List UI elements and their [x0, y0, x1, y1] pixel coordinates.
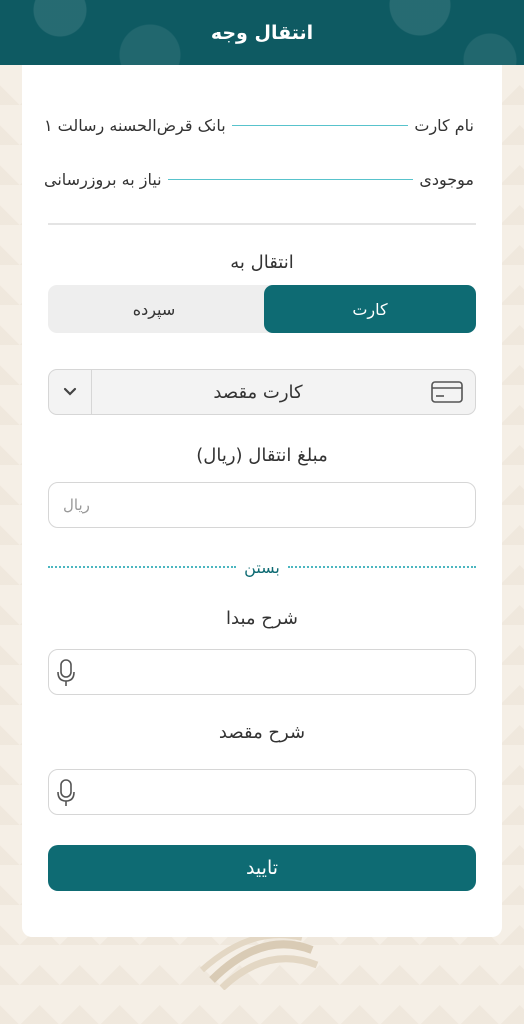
tab-deposit[interactable]: سپرده — [48, 285, 260, 333]
divider — [48, 223, 476, 225]
microphone-icon[interactable] — [55, 778, 77, 808]
page-title: انتقال وجه — [210, 21, 314, 44]
collapse-row: بستن — [48, 555, 477, 579]
chevron-down-icon[interactable] — [49, 370, 92, 414]
bank-logo-watermark — [199, 932, 319, 990]
credit-card-icon — [431, 381, 463, 403]
transfer-type-toggle: کارت سپرده — [48, 285, 476, 333]
balance-value[interactable]: نیاز به بروزرسانی — [44, 170, 162, 189]
source-description-input[interactable] — [49, 650, 475, 694]
tab-card[interactable]: کارت — [264, 285, 476, 333]
dotted-divider — [48, 566, 237, 568]
submit-button[interactable]: تایید — [48, 845, 476, 891]
card-name-row: نام کارت بانک قرض‌الحسنه رسالت ۱ — [44, 110, 474, 140]
amount-field — [48, 482, 476, 528]
target-description-input[interactable] — [49, 770, 475, 814]
dotted-connector — [231, 124, 409, 126]
balance-label: موجودی — [419, 169, 474, 189]
target-description-field — [48, 769, 476, 815]
source-description-label: شرح مبدا — [226, 608, 298, 629]
amount-label: مبلغ انتقال (ریال) — [196, 445, 328, 466]
card-name-value: بانک قرض‌الحسنه رسالت ۱ — [44, 115, 226, 135]
collapse-link[interactable]: بستن — [244, 558, 280, 577]
balance-row: موجودی نیاز به بروزرسانی — [44, 164, 474, 194]
target-description-label: شرح مقصد — [218, 722, 306, 743]
microphone-icon[interactable] — [55, 658, 77, 688]
destination-card-select[interactable]: کارت مقصد — [48, 369, 476, 415]
dotted-connector — [167, 178, 414, 180]
transfer-to-label: انتقال به — [230, 252, 294, 273]
destination-card-label: کارت مقصد — [213, 381, 303, 403]
transfer-form-card: نام کارت بانک قرض‌الحسنه رسالت ۱ موجودی … — [22, 65, 502, 937]
source-description-field — [48, 649, 476, 695]
app-header: انتقال وجه — [0, 0, 524, 65]
dotted-divider — [287, 566, 477, 568]
amount-input[interactable] — [49, 483, 475, 527]
card-name-label: نام کارت — [414, 115, 474, 135]
